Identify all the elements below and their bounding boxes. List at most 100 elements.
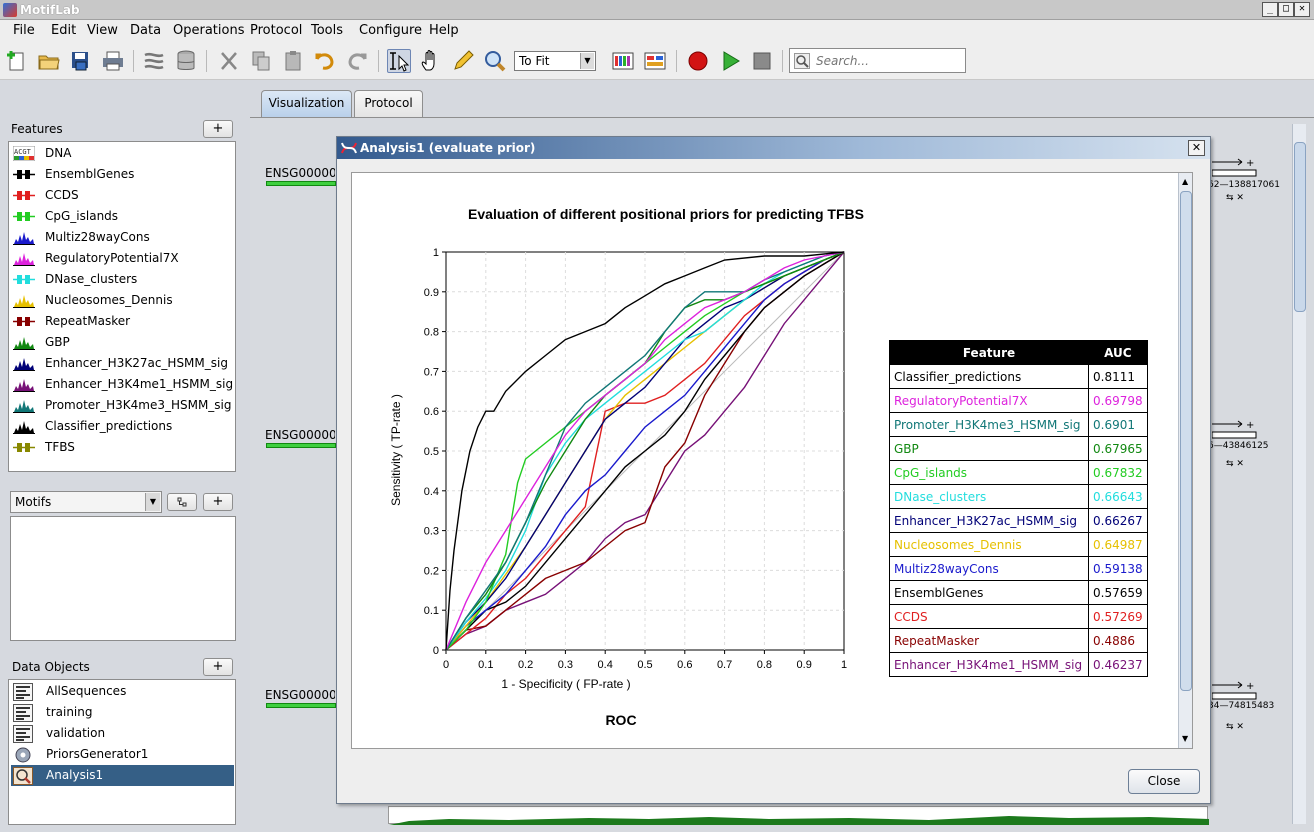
sequence-label[interactable]: ENSG000001 bbox=[265, 688, 335, 702]
database-icon[interactable] bbox=[174, 49, 198, 73]
feature-item[interactable]: EnsemblGenes bbox=[13, 164, 233, 184]
x-tick-label: 0 bbox=[443, 659, 449, 671]
open-folder-icon[interactable] bbox=[37, 49, 61, 73]
redo-icon[interactable] bbox=[345, 49, 369, 73]
menu-edit[interactable]: Edit bbox=[51, 23, 76, 38]
search-input[interactable] bbox=[816, 53, 961, 69]
sequence-track[interactable] bbox=[266, 181, 336, 186]
close-window-button[interactable]: ✕ bbox=[1294, 2, 1310, 17]
y-tick-label: 0 bbox=[433, 645, 439, 657]
print-icon[interactable] bbox=[101, 49, 125, 73]
menu-operations[interactable]: Operations bbox=[173, 23, 244, 38]
x-tick-label: 0.6 bbox=[677, 659, 692, 671]
toolbar-separator bbox=[206, 50, 207, 72]
copy-icon[interactable] bbox=[249, 49, 273, 73]
chevron-down-icon[interactable]: ▼ bbox=[145, 493, 160, 511]
data-object-item[interactable]: training bbox=[11, 702, 234, 723]
close-button[interactable]: Close bbox=[1128, 769, 1200, 794]
auc-feature-cell: GBP bbox=[889, 436, 1089, 461]
feature-item[interactable]: Classifier_predictions bbox=[13, 416, 233, 436]
menu-help[interactable]: Help bbox=[429, 23, 459, 38]
menu-configure[interactable]: Configure bbox=[359, 23, 422, 38]
feature-item[interactable]: ACGT DNA bbox=[13, 143, 233, 163]
tab-visualization[interactable]: Visualization bbox=[261, 90, 352, 117]
scrollbar-thumb[interactable] bbox=[1180, 191, 1192, 691]
menu-tools[interactable]: Tools bbox=[311, 23, 343, 38]
cut-icon[interactable] bbox=[217, 49, 241, 73]
data-object-item[interactable]: PriorsGenerator1 bbox=[11, 744, 234, 765]
dialog-scrollbar[interactable]: ▲ ▼ bbox=[1178, 173, 1192, 748]
feature-item[interactable]: Nucleosomes_Dennis bbox=[13, 290, 233, 310]
x-tick-label: 0.7 bbox=[717, 659, 732, 671]
zoom-magnifier-icon[interactable] bbox=[483, 49, 507, 73]
feature-item[interactable]: Enhancer_H3K27ac_HSMM_sig bbox=[13, 353, 233, 373]
tab-protocol[interactable]: Protocol bbox=[354, 90, 423, 117]
menu-file[interactable]: File bbox=[13, 23, 35, 38]
undo-icon[interactable] bbox=[313, 49, 337, 73]
scroll-up-icon[interactable]: ▲ bbox=[1182, 177, 1188, 186]
visualization-scrollbar[interactable] bbox=[1292, 124, 1306, 824]
layout-tracks-icon[interactable] bbox=[643, 49, 667, 73]
play-icon[interactable] bbox=[718, 49, 742, 73]
feature-item[interactable]: CpG_islands bbox=[13, 206, 233, 226]
data-object-item[interactable]: validation bbox=[11, 723, 234, 744]
auc-feature-cell: CCDS bbox=[889, 604, 1089, 629]
sequence-label[interactable]: ENSG000001 bbox=[265, 428, 335, 442]
search-box[interactable] bbox=[789, 48, 966, 73]
data-object-item[interactable]: Analysis1 bbox=[11, 765, 234, 786]
auc-table: Feature AUC Classifier_predictions 0.8111… bbox=[889, 340, 1148, 677]
sequence-track[interactable] bbox=[266, 443, 336, 448]
svg-text:ACGT: ACGT bbox=[14, 148, 32, 156]
feature-item[interactable]: CCDS bbox=[13, 185, 233, 205]
data-object-item[interactable]: AllSequences bbox=[11, 681, 234, 702]
select-tool-icon[interactable] bbox=[387, 49, 411, 73]
feature-item-label: EnsemblGenes bbox=[45, 167, 135, 181]
record-icon[interactable] bbox=[686, 49, 710, 73]
pencil-icon[interactable] bbox=[451, 49, 475, 73]
auc-feature-cell: Enhancer_H3K4me1_HSMM_sig bbox=[889, 652, 1089, 677]
add-motif-button[interactable]: + bbox=[203, 493, 233, 511]
chart-title: Evaluation of different positional prior… bbox=[468, 206, 864, 222]
feature-item[interactable]: RepeatMasker bbox=[13, 311, 233, 331]
chevron-down-icon[interactable]: ▼ bbox=[580, 53, 594, 69]
save-icon[interactable] bbox=[69, 49, 93, 73]
auc-value-cell: 0.4886 bbox=[1088, 628, 1148, 653]
menu-view[interactable]: View bbox=[87, 23, 118, 38]
paste-icon[interactable] bbox=[281, 49, 305, 73]
feature-item[interactable]: Promoter_H3K4me3_HSMM_sig bbox=[13, 395, 233, 415]
feature-item[interactable]: GBP bbox=[13, 332, 233, 352]
sequence-tracks-icon[interactable] bbox=[142, 49, 166, 73]
scrollbar-thumb[interactable] bbox=[1294, 142, 1306, 312]
region-track-icon bbox=[13, 212, 35, 221]
menu-protocol[interactable]: Protocol bbox=[250, 23, 302, 38]
menu-data[interactable]: Data bbox=[130, 23, 161, 38]
auc-feature-cell: Enhancer_H3K27ac_HSMM_sig bbox=[889, 508, 1089, 533]
minimize-button[interactable]: _ bbox=[1262, 2, 1278, 17]
add-feature-button[interactable]: + bbox=[203, 120, 233, 138]
feature-item[interactable]: RegulatoryPotential7X bbox=[13, 248, 233, 268]
numeric-track-icon bbox=[13, 400, 35, 413]
auc-value-cell: 0.69798 bbox=[1088, 388, 1148, 413]
feature-item-label: Promoter_H3K4me3_HSMM_sig bbox=[45, 398, 232, 412]
feature-item[interactable]: DNase_clusters bbox=[13, 269, 233, 289]
new-session-icon[interactable] bbox=[5, 49, 29, 73]
svg-text:+: + bbox=[1246, 681, 1254, 692]
scroll-down-icon[interactable]: ▼ bbox=[1182, 734, 1188, 743]
zoom-select[interactable]: To Fit ▼ bbox=[514, 51, 596, 71]
feature-item[interactable]: Multiz28wayCons bbox=[13, 227, 233, 247]
toolbar-separator bbox=[133, 50, 134, 72]
y-tick-label: 0.1 bbox=[424, 605, 439, 617]
color-palette-icon[interactable] bbox=[611, 49, 635, 73]
stop-icon[interactable] bbox=[750, 49, 774, 73]
motifs-select[interactable]: Motifs ▼ bbox=[10, 491, 162, 513]
add-data-object-button[interactable]: + bbox=[203, 658, 233, 676]
pan-hand-icon[interactable] bbox=[419, 49, 443, 73]
sequence-track[interactable] bbox=[266, 703, 336, 708]
feature-item[interactable]: TFBS bbox=[13, 437, 233, 457]
maximize-button[interactable]: □ bbox=[1278, 2, 1294, 17]
dialog-close-x-button[interactable]: ✕ bbox=[1188, 140, 1205, 156]
dialog-title-bar[interactable]: Analysis1 (evaluate prior) ✕ bbox=[337, 137, 1210, 159]
motif-group-button[interactable] bbox=[167, 493, 197, 511]
sequence-label[interactable]: ENSG000001 bbox=[265, 166, 335, 180]
feature-item[interactable]: Enhancer_H3K4me1_HSMM_sig bbox=[13, 374, 233, 394]
